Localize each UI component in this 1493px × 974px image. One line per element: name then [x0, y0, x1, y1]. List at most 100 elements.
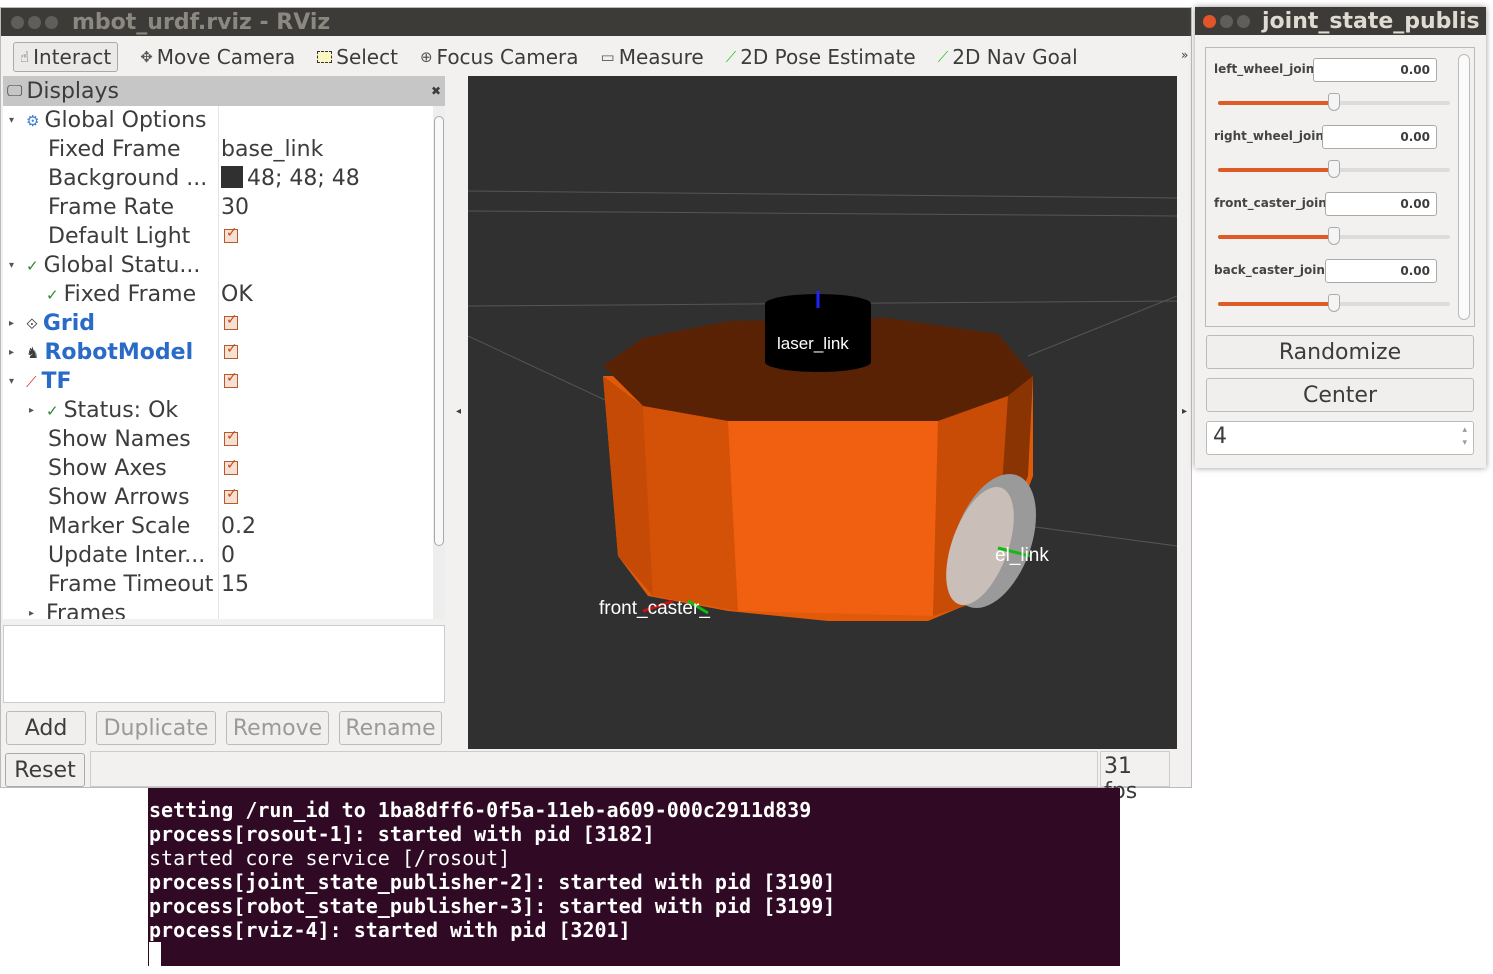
tree-row[interactable]: Update Inter... 0 [3, 541, 433, 570]
joint-slider[interactable] [1218, 160, 1450, 178]
tree-row[interactable]: Frame Timeout 15 [3, 570, 433, 599]
tree-row[interactable]: Fixed Frame base_link [3, 135, 433, 164]
tree-item-label: Global Statu... [43, 253, 201, 278]
tree-row[interactable]: Marker Scale 0.2 [3, 512, 433, 541]
joint-value-input[interactable]: 0.00 [1325, 259, 1437, 283]
tree-row[interactable]: Show Arrows [3, 483, 433, 512]
tree-value[interactable] [224, 224, 238, 249]
reset-button[interactable]: Reset [5, 753, 85, 787]
checkbox[interactable] [224, 428, 238, 446]
tree-value[interactable]: 30 [221, 195, 249, 220]
tree-value[interactable]: 0.2 [221, 514, 256, 539]
toolbar-overflow-icon[interactable]: » [1181, 48, 1188, 62]
expand-arrow-icon[interactable]: ▾ [9, 376, 21, 387]
expand-arrow-icon[interactable]: ▾ [9, 115, 21, 126]
tree-row[interactable]: ✓ Fixed Frame OK [3, 280, 433, 309]
tree-row[interactable]: Show Names [3, 425, 433, 454]
slider-handle[interactable] [1328, 160, 1340, 178]
checkbox[interactable] [224, 225, 238, 243]
terminal-line: process[joint_state_publisher-2]: starte… [149, 870, 836, 894]
3d-viewport[interactable]: laser_link front_caster_ el_link [468, 76, 1177, 749]
tree-scrollbar[interactable] [433, 106, 445, 619]
slider-handle[interactable] [1328, 227, 1340, 245]
close-button[interactable] [1203, 14, 1216, 28]
joint-slider[interactable] [1218, 227, 1450, 245]
remove-button[interactable]: Remove [226, 711, 329, 745]
tree-row[interactable]: Default Light [3, 222, 433, 251]
tree-value[interactable] [224, 456, 238, 481]
joint-value-input[interactable]: 0.00 [1313, 58, 1437, 82]
expand-arrow-icon[interactable]: ▸ [29, 608, 41, 619]
tree-row[interactable]: Show Axes [3, 454, 433, 483]
expand-arrow-icon[interactable]: ▸ [9, 318, 21, 329]
joint-slider[interactable] [1218, 93, 1450, 111]
tool-2d-pose-estimate[interactable]: ⟋ 2D Pose Estimate [726, 45, 916, 69]
tree-value[interactable]: base_link [221, 137, 323, 162]
tool-select[interactable]: Select [317, 45, 398, 69]
tree-item-label: Frame Timeout [48, 572, 214, 597]
add-button[interactable]: Add [6, 711, 86, 745]
tree-value[interactable] [224, 311, 238, 336]
center-button[interactable]: Center [1206, 378, 1474, 412]
tree-value[interactable] [224, 485, 238, 510]
tree-key: ▸ ✓ Status: Ok [29, 398, 178, 423]
slider-handle[interactable] [1328, 294, 1340, 312]
tree-row[interactable]: Frame Rate 30 [3, 193, 433, 222]
tool-move-camera[interactable]: ✥ Move Camera [140, 45, 295, 69]
checkbox[interactable] [224, 312, 238, 330]
gear-icon: ⚙ [26, 111, 40, 130]
collapse-left-icon[interactable]: ◂ [456, 406, 461, 417]
tree-row[interactable]: ▸ ♞ RobotModel [3, 338, 433, 367]
collapse-right-icon[interactable]: ▸ [1182, 406, 1187, 417]
title-bar: mbot_urdf.rviz - RViz [1, 8, 1191, 36]
tree-value[interactable]: 0 [221, 543, 235, 568]
minimize-button[interactable] [1220, 14, 1233, 28]
color-swatch[interactable] [221, 166, 243, 188]
tool-interact[interactable]: ☝ Interact [13, 42, 119, 72]
joint-value-input[interactable]: 0.00 [1322, 125, 1437, 149]
tool-2d-nav-goal[interactable]: ⟋ 2D Nav Goal [938, 45, 1078, 69]
tree-row[interactable]: ▾ ✓ Global Statu... [3, 251, 433, 280]
tree-row[interactable]: ▾ ⟋ TF [3, 367, 433, 396]
tree-value[interactable]: 48; 48; 48 [221, 166, 360, 191]
rename-button[interactable]: Rename [339, 711, 442, 745]
count-spinbox[interactable]: 4 ▴ ▾ [1206, 421, 1474, 455]
checkbox[interactable] [224, 486, 238, 504]
duplicate-button[interactable]: Duplicate [96, 711, 216, 745]
checkbox[interactable] [224, 370, 238, 388]
close-button[interactable] [11, 15, 24, 29]
tool-focus-camera[interactable]: ⊕ Focus Camera [420, 45, 579, 69]
tree-row[interactable]: ▸ ⟐ Grid [3, 309, 433, 338]
tree-row[interactable]: Background ... 48; 48; 48 [3, 164, 433, 193]
joint-slider[interactable] [1218, 294, 1450, 312]
expand-arrow-icon[interactable]: ▾ [9, 260, 21, 271]
tree-row[interactable]: ▸ ✓ Status: Ok [3, 396, 433, 425]
terminal-line: started core service [/rosout] [149, 846, 511, 870]
checkbox[interactable] [224, 341, 238, 359]
minimize-button[interactable] [28, 15, 41, 29]
tree-row[interactable]: ▸ Frames [3, 599, 433, 619]
tree-value[interactable] [224, 340, 238, 365]
joints-scrollbar[interactable] [1458, 54, 1470, 320]
tree-key: Show Arrows [29, 485, 190, 510]
tree-key: ▸ ♞ RobotModel [9, 340, 193, 365]
expand-arrow-icon[interactable]: ▸ [9, 347, 21, 358]
joint-value-input[interactable]: 0.00 [1325, 192, 1437, 216]
spin-arrows-icon[interactable]: ▴ ▾ [1462, 424, 1467, 450]
maximize-button[interactable] [1237, 14, 1250, 28]
tool-measure[interactable]: ▭ Measure [601, 45, 704, 69]
terminal[interactable]: setting /run_id to 1ba8dff6-0f5a-11eb-a6… [148, 788, 1120, 966]
tree-value[interactable]: 15 [221, 572, 249, 597]
tree-value[interactable] [224, 369, 238, 394]
tree-row[interactable]: ▾ ⚙ Global Options [3, 106, 433, 135]
tree-key: Default Light [29, 224, 190, 249]
slider-handle[interactable] [1328, 93, 1340, 111]
randomize-button[interactable]: Randomize [1206, 335, 1474, 369]
maximize-button[interactable] [45, 15, 58, 29]
select-icon [317, 51, 333, 63]
tree-value[interactable]: OK [221, 282, 253, 307]
expand-arrow-icon[interactable]: ▸ [29, 405, 41, 416]
checkbox[interactable] [224, 457, 238, 475]
close-icon[interactable]: ✖ [431, 84, 441, 98]
tree-value[interactable] [224, 427, 238, 452]
